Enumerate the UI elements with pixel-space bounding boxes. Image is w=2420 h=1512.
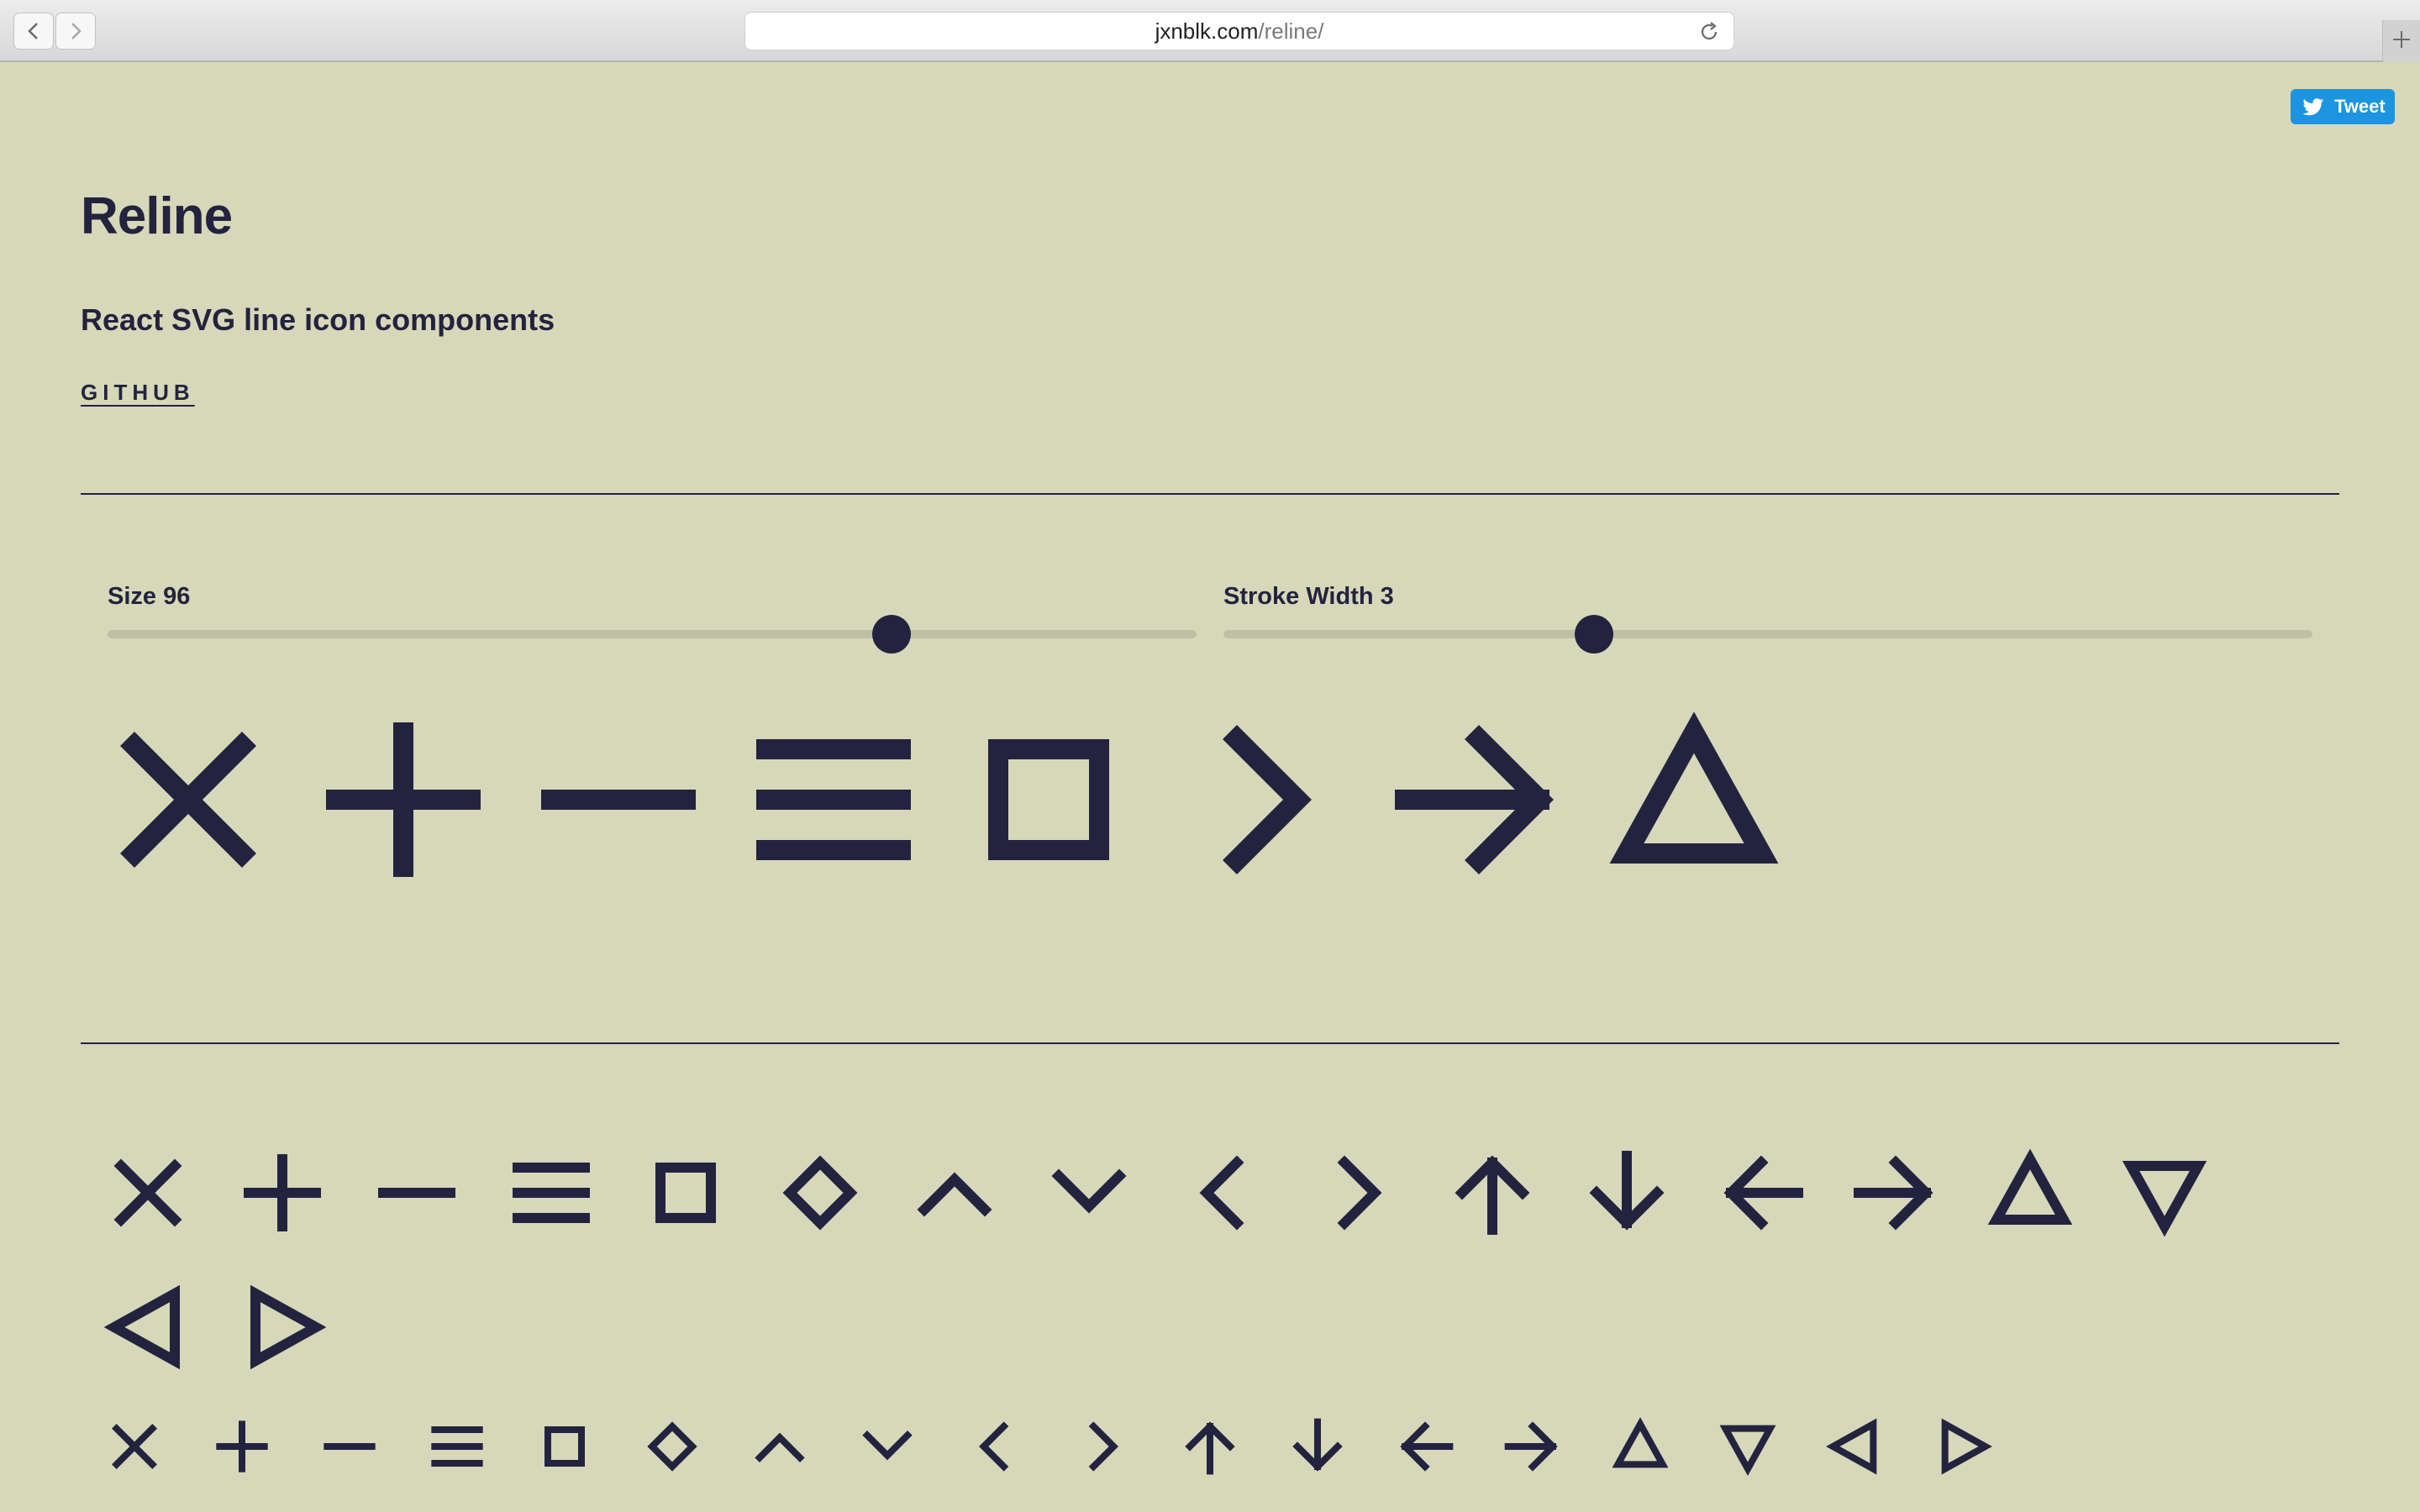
minus-icon <box>378 1188 455 1198</box>
plus-icon <box>216 1420 268 1473</box>
stroke-width-label: Stroke Width 3 <box>1223 583 1394 610</box>
back-button[interactable] <box>13 13 54 50</box>
stroke-width-slider-thumb[interactable] <box>1574 615 1613 654</box>
forward-button[interactable] <box>55 13 96 50</box>
plus-icon <box>2393 31 2410 48</box>
arrow-up-icon <box>1185 1421 1235 1475</box>
arrow-up-icon <box>1455 1155 1530 1235</box>
triangle-up-icon <box>1612 1417 1669 1468</box>
square-icon <box>655 1163 716 1223</box>
chevron-right-icon <box>1088 1421 1118 1472</box>
arrow-right-icon <box>1504 1421 1558 1472</box>
triangle-up-icon <box>1609 711 1779 864</box>
divider <box>81 493 2339 495</box>
close-icon <box>113 1158 182 1227</box>
arrow-down-icon <box>1589 1151 1665 1231</box>
menu-icon <box>431 1426 483 1467</box>
close-icon <box>120 732 256 868</box>
triangle-right-icon <box>250 1284 327 1370</box>
triangle-down-icon <box>2122 1161 2207 1237</box>
chevron-up-icon <box>755 1432 805 1462</box>
minus-icon <box>324 1443 376 1450</box>
arrow-right-icon <box>1854 1155 1933 1231</box>
diamond-icon <box>647 1421 697 1472</box>
chevron-down-icon <box>862 1431 913 1461</box>
minus-icon <box>541 790 696 810</box>
size-label: Size 96 <box>108 583 191 610</box>
new-tab-button[interactable] <box>2382 20 2420 62</box>
size-slider[interactable] <box>108 630 1197 638</box>
chevron-left-icon <box>1199 1155 1244 1231</box>
close-icon <box>112 1424 157 1469</box>
triangle-right-icon <box>1941 1418 1992 1475</box>
diamond-icon <box>782 1155 858 1231</box>
square-icon <box>988 739 1109 860</box>
stroke-width-slider[interactable] <box>1223 630 2312 638</box>
url-domain: jxnblk.com <box>1155 18 1259 44</box>
github-link[interactable]: GITHUB <box>81 380 195 406</box>
browser-toolbar: jxnblk.com/reline/ <box>0 0 2420 62</box>
triangle-left-icon <box>1826 1418 1877 1475</box>
reload-icon[interactable] <box>1698 21 1720 43</box>
size-slider-thumb[interactable] <box>872 615 912 654</box>
arrow-left-icon <box>1723 1155 1803 1231</box>
chevron-right-icon <box>71 23 82 39</box>
menu-icon <box>513 1163 590 1223</box>
arrow-right-icon <box>1395 725 1554 874</box>
chevron-right-icon <box>1337 1155 1382 1231</box>
plus-icon <box>244 1154 321 1231</box>
triangle-left-icon <box>103 1284 180 1370</box>
tweet-label: Tweet <box>2334 96 2386 117</box>
chevron-down-icon <box>1051 1168 1127 1214</box>
chevron-left-icon <box>28 23 38 39</box>
triangle-down-icon <box>1719 1425 1776 1476</box>
page-title: Reline <box>81 187 233 245</box>
address-bar[interactable]: jxnblk.com/reline/ <box>744 12 1734 50</box>
tweet-button[interactable]: Tweet <box>2291 89 2395 124</box>
chevron-up-icon <box>917 1172 992 1217</box>
chevron-left-icon <box>979 1421 1009 1472</box>
chevron-right-icon <box>1223 725 1312 874</box>
twitter-bird-icon <box>2302 98 2324 116</box>
square-icon <box>544 1426 585 1467</box>
arrow-down-icon <box>1292 1418 1343 1472</box>
divider <box>81 1042 2339 1044</box>
menu-icon <box>756 739 911 860</box>
page-subtitle: React SVG line icon components <box>81 302 555 337</box>
url-path: /reline/ <box>1258 18 1324 44</box>
arrow-left-icon <box>1400 1421 1454 1472</box>
plus-icon <box>326 722 481 877</box>
triangle-up-icon <box>1987 1148 2073 1225</box>
